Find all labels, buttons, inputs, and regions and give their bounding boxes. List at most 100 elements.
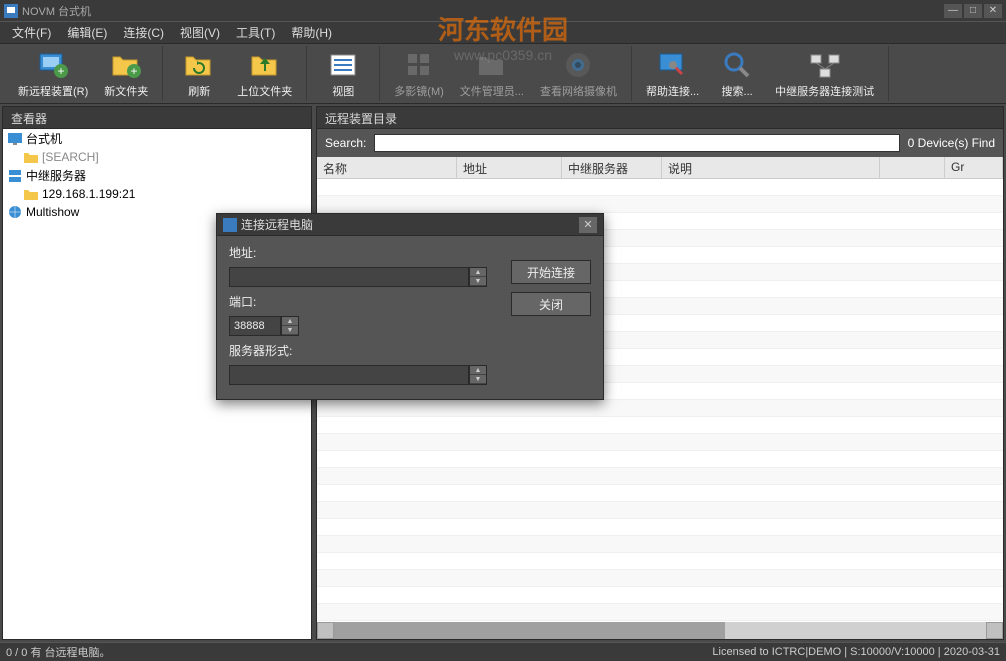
window-title: NOVM 台式机 [22,3,944,19]
column-group[interactable]: Gr [945,157,1003,178]
new-folder-button[interactable]: + 新文件夹 [96,47,156,101]
tree-ip[interactable]: 129.168.1.199:21 [3,185,311,203]
tree-label: 129.168.1.199:21 [42,187,135,201]
app-icon [4,4,18,18]
relay-test-button[interactable]: 中继服务器连接测试 [767,47,882,101]
toolbar: + 新远程装置(R) + 新文件夹 刷新 上位文件夹 视图 多影镜(M) 文件 [0,44,1006,104]
tree-label: Multishow [26,205,79,219]
address-input[interactable] [229,267,469,287]
device-count: 0 Device(s) Find [908,136,995,150]
folder-icon [23,149,39,165]
folder-refresh-icon [183,49,215,81]
tool-label: 帮助连接... [646,83,699,99]
svg-text:+: + [131,64,138,78]
tree-label: [SEARCH] [42,150,99,164]
file-manager-button[interactable]: 文件管理员... [452,47,532,101]
column-description[interactable]: 说明 [662,157,880,178]
search-button[interactable]: 搜索... [707,47,767,101]
menu-help[interactable]: 帮助(H) [283,22,340,43]
port-spinner[interactable]: ▲▼ [281,316,299,336]
titlebar: NOVM 台式机 — □ ✕ [0,0,1006,22]
status-right: Licensed to ICTRC|DEMO | S:10000/V:10000… [712,646,1000,658]
folder-icon [476,49,508,81]
server-form-input[interactable] [229,365,469,385]
menu-tools[interactable]: 工具(T) [228,22,283,43]
tree-desktop[interactable]: 台式机 [3,129,311,148]
table-row [317,587,1003,604]
tree-label: 台式机 [26,130,62,147]
port-input[interactable] [229,316,281,336]
address-label: 地址: [229,244,499,261]
view-camera-button[interactable]: 查看网络摄像机 [532,47,625,101]
view-button[interactable]: 视图 [313,47,373,101]
scroll-right-button[interactable] [986,622,1003,639]
server-form-label: 服务器形式: [229,342,499,359]
close-dialog-button[interactable]: 关闭 [511,292,591,316]
table-row [317,536,1003,553]
port-label: 端口: [229,293,499,310]
start-connect-button[interactable]: 开始连接 [511,260,591,284]
connect-dialog: 连接远程电脑 ✕ 地址: ▲▼ 端口: ▲▼ 服务器形式: ▲▼ 开始连接 关闭 [216,213,604,400]
table-row [317,451,1003,468]
column-blank[interactable] [880,157,945,178]
up-folder-button[interactable]: 上位文件夹 [229,47,300,101]
dialog-close-button[interactable]: ✕ [579,217,597,233]
svg-text:+: + [58,64,65,78]
tree-relay[interactable]: 中继服务器 [3,166,311,185]
table-row [317,485,1003,502]
search-icon [721,49,753,81]
tool-label: 视图 [332,83,354,99]
folder-up-icon [249,49,281,81]
search-input[interactable] [374,134,899,152]
close-button[interactable]: ✕ [984,4,1002,18]
right-panel-header: 远程装置目录 [317,107,1003,129]
dialog-title: 连接远程电脑 [241,216,579,233]
scroll-left-button[interactable] [317,622,334,639]
grid-icon [403,49,435,81]
network-icon [809,49,841,81]
table-row [317,179,1003,196]
menu-edit[interactable]: 编辑(E) [59,22,115,43]
menu-connect[interactable]: 连接(C) [115,22,172,43]
server-icon [7,168,23,184]
table-row [317,570,1003,587]
tool-label: 中继服务器连接测试 [775,83,874,99]
menu-view[interactable]: 视图(V) [172,22,228,43]
folder-icon [23,186,39,202]
server-form-dropdown[interactable]: ▲▼ [469,365,487,385]
new-remote-button[interactable]: + 新远程装置(R) [10,47,96,101]
left-panel-header: 查看器 [3,107,311,129]
search-bar: Search: 0 Device(s) Find [317,129,1003,157]
status-left: 0 / 0 有 台远程电脑。 [6,644,712,660]
address-dropdown[interactable]: ▲▼ [469,267,487,287]
maximize-button[interactable]: □ [964,4,982,18]
tool-label: 搜索... [722,83,753,99]
camera-icon [562,49,594,81]
scroll-thumb[interactable] [334,622,725,639]
table-row [317,400,1003,417]
column-relay[interactable]: 中继服务器 [562,157,662,178]
help-connect-button[interactable]: 帮助连接... [638,47,707,101]
column-name[interactable]: 名称 [317,157,457,178]
table-row [317,553,1003,570]
table-row [317,434,1003,451]
table-row [317,417,1003,434]
table-row [317,519,1003,536]
refresh-button[interactable]: 刷新 [169,47,229,101]
multishow-button[interactable]: 多影镜(M) [386,47,452,101]
search-label: Search: [325,136,366,150]
table-row [317,468,1003,485]
minimize-button[interactable]: — [944,4,962,18]
monitor-icon [7,131,23,147]
dialog-titlebar[interactable]: 连接远程电脑 ✕ [217,214,603,236]
tool-label: 上位文件夹 [237,83,292,99]
menu-file[interactable]: 文件(F) [4,22,59,43]
tool-label: 多影镜(M) [394,83,444,99]
horizontal-scrollbar[interactable] [317,622,1003,639]
tree-search[interactable]: [SEARCH] [3,148,311,166]
statusbar: 0 / 0 有 台远程电脑。 Licensed to ICTRC|DEMO | … [0,642,1006,661]
tool-label: 新文件夹 [104,83,148,99]
column-address[interactable]: 地址 [457,157,562,178]
globe-icon [7,204,23,220]
tool-label: 新远程装置(R) [18,83,88,99]
